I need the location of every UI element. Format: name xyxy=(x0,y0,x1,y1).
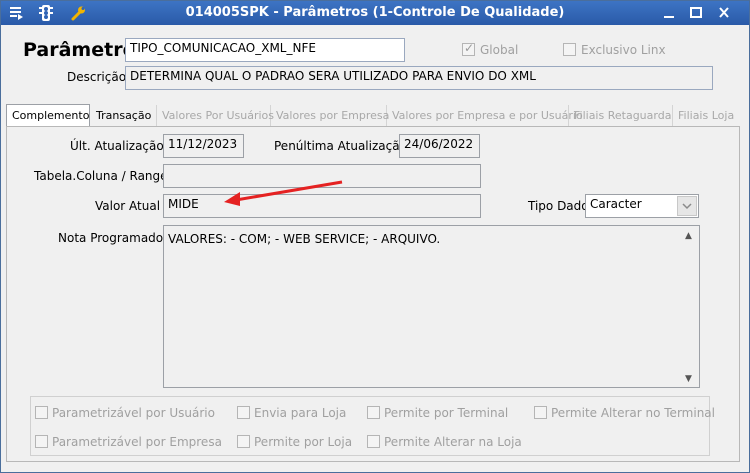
nota-programador-textarea[interactable]: VALORES: - COM; - WEB SERVICE; - ARQUIVO… xyxy=(163,225,700,388)
permite-alterar-terminal-label: Permite Alterar no Terminal xyxy=(551,406,715,420)
parametrizavel-usuario-label: Parametrizável por Usuário xyxy=(52,406,215,420)
scroll-down-icon[interactable]: ▼ xyxy=(685,374,692,384)
tab-transacao[interactable]: Transação xyxy=(91,105,157,127)
envia-para-loja-checkbox[interactable] xyxy=(237,406,250,419)
scroll-up-icon[interactable]: ▲ xyxy=(685,231,692,241)
title-bar: 014005SPK - Parâmetros (1-Controle De Qu… xyxy=(1,1,749,25)
global-checkbox[interactable] xyxy=(462,41,475,56)
tab-complemento[interactable]: Complemento xyxy=(6,104,90,128)
ult-atualizacao-label: Últ. Atualização xyxy=(70,139,164,153)
permite-por-loja-label: Permite por Loja xyxy=(254,435,353,449)
dropdown-arrow-icon[interactable] xyxy=(677,196,697,216)
penultima-atualizacao-field[interactable]: 24/06/2022 xyxy=(399,134,480,158)
tab-valores-por-empresa[interactable]: Valores por Empresa xyxy=(271,105,389,127)
parametrizavel-empresa-label: Parametrizável por Empresa xyxy=(52,435,222,449)
parametros-window: 014005SPK - Parâmetros (1-Controle De Qu… xyxy=(0,0,750,473)
permite-alterar-terminal-checkbox[interactable] xyxy=(534,406,547,419)
permite-por-loja-checkbox[interactable] xyxy=(237,435,250,448)
permite-por-terminal-label: Permite por Terminal xyxy=(384,406,509,420)
permite-alterar-loja-checkbox[interactable] xyxy=(367,435,380,448)
maximize-icon[interactable] xyxy=(685,5,707,21)
tab-strip: Complemento Transação Valores Por Usuári… xyxy=(6,104,740,128)
close-icon[interactable] xyxy=(713,5,735,21)
exclusivo-linx-label: Exclusivo Linx xyxy=(581,43,666,57)
tab-filiais-loja[interactable]: Filiais Loja xyxy=(673,105,740,127)
tab-valores-por-usuarios[interactable]: Valores Por Usuários xyxy=(157,105,274,127)
red-arrow-annotation xyxy=(224,180,343,206)
descricao-input[interactable]: DETERMINA QUAL O PADRAO SERA UTILIZADO P… xyxy=(125,66,713,90)
parametro-label: Parâmetro xyxy=(23,39,136,61)
parametrizavel-empresa-checkbox[interactable] xyxy=(35,435,48,448)
exclusivo-linx-checkbox[interactable] xyxy=(563,43,576,56)
window-title: 014005SPK - Parâmetros (1-Controle De Qu… xyxy=(185,5,565,20)
tipo-dado-label: Tipo Dado xyxy=(528,199,589,213)
penultima-atualizacao-label: Penúltima Atualização xyxy=(274,139,407,153)
global-label: Global xyxy=(480,43,519,57)
parametrizavel-usuario-checkbox[interactable] xyxy=(35,406,48,419)
parametro-input[interactable]: TIPO_COMUNICACAO_XML_NFE xyxy=(125,38,405,62)
permite-alterar-loja-label: Permite Alterar na Loja xyxy=(384,435,522,449)
permite-por-terminal-checkbox[interactable] xyxy=(367,406,380,419)
ult-atualizacao-field[interactable]: 11/12/2023 xyxy=(163,134,244,158)
envia-para-loja-label: Envia para Loja xyxy=(254,406,347,420)
nota-programador-label: Nota Programador xyxy=(58,231,169,245)
tab-valores-por-empresa-e-usuario[interactable]: Valores por Empresa e por Usuário xyxy=(387,105,583,127)
tabela-coluna-label: Tabela.Coluna / Range xyxy=(34,169,168,183)
descricao-label: Descrição xyxy=(67,70,127,84)
minimize-icon[interactable] xyxy=(658,5,680,21)
tipo-dado-value: Caracter xyxy=(590,197,642,211)
valor-atual-label: Valor Atual xyxy=(95,199,161,213)
tab-filiais-retaguarda[interactable]: Filiais Retaguarda xyxy=(569,105,673,127)
